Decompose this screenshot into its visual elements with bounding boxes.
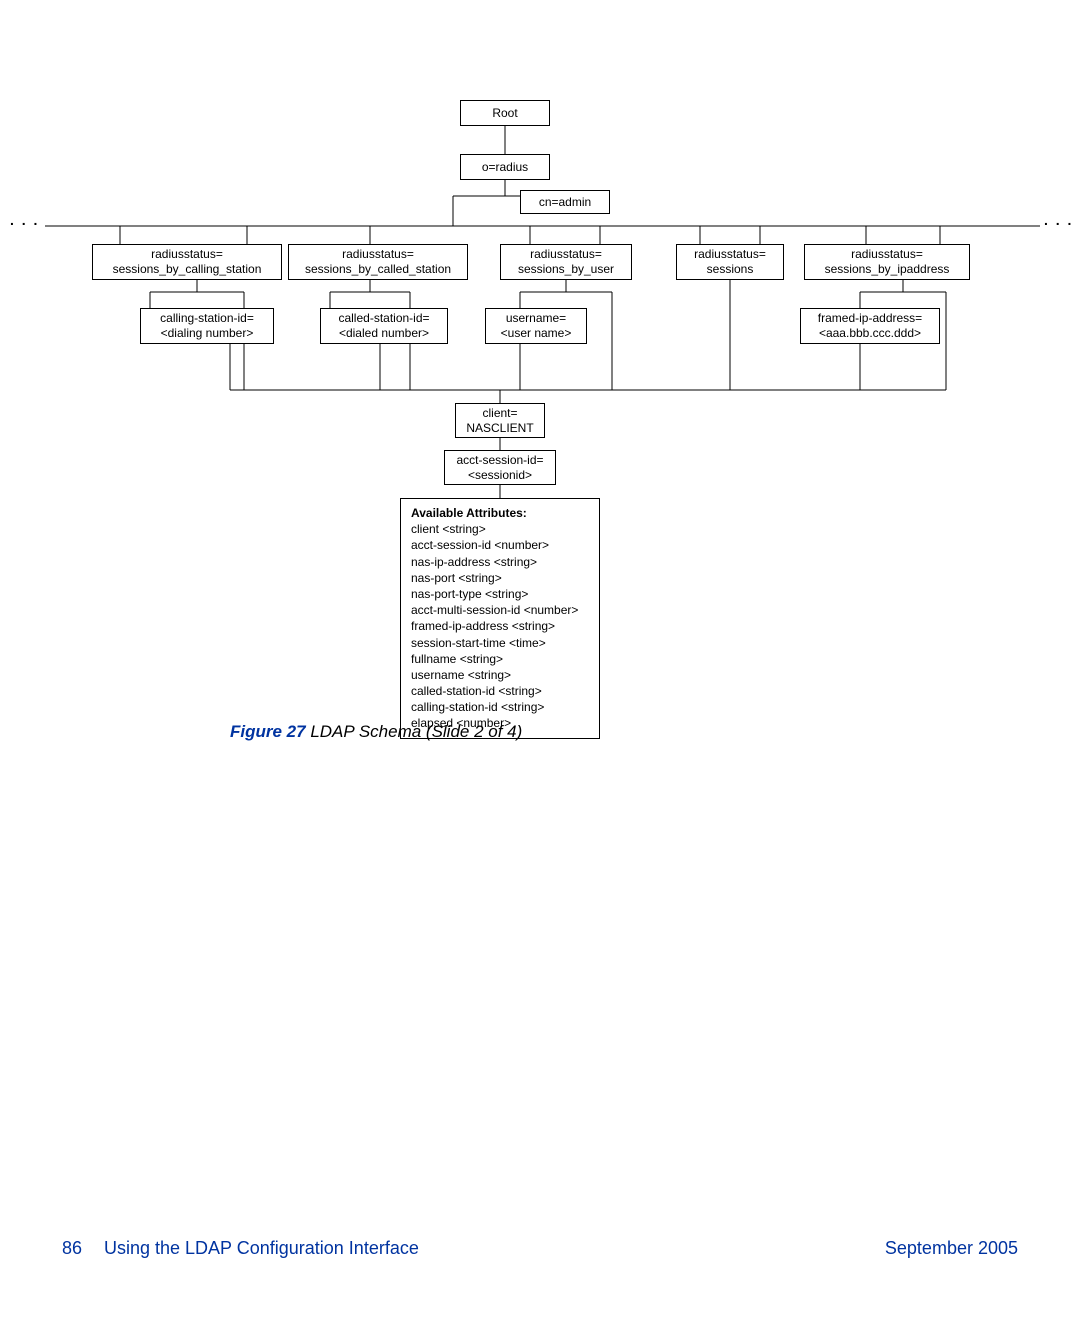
l1: radiusstatus=	[151, 247, 223, 262]
attr-item: username <string>	[411, 667, 589, 683]
node-sessid: acct-session-id= <sessionid>	[444, 450, 556, 485]
node-callingid: calling-station-id= <dialing number>	[140, 308, 274, 344]
node-calledid: called-station-id= <dialed number>	[320, 308, 448, 344]
l2: sessions_by_ipaddress	[825, 262, 950, 277]
l2: sessions_by_calling_station	[113, 262, 262, 277]
l2: sessions_by_called_station	[305, 262, 451, 277]
node-framedip: framed-ip-address= <aaa.bbb.ccc.ddd>	[800, 308, 940, 344]
attributes-box: Available Attributes: client <string> ac…	[400, 498, 600, 739]
attr-item: framed-ip-address <string>	[411, 618, 589, 634]
attr-item: nas-port-type <string>	[411, 586, 589, 602]
footer-chapter: Using the LDAP Configuration Interface	[104, 1238, 419, 1259]
l2: sessions	[707, 262, 754, 277]
page: . . . . . . Root o=radius cn=admin radiu…	[0, 0, 1080, 1340]
l1: calling-station-id=	[160, 311, 254, 326]
l1: radiusstatus=	[342, 247, 414, 262]
l1: client=	[482, 406, 517, 421]
node-root-label: Root	[492, 106, 517, 121]
attributes-title: Available Attributes:	[411, 505, 589, 521]
node-root: Root	[460, 100, 550, 126]
l2: NASCLIENT	[466, 421, 533, 436]
attr-item: session-start-time <time>	[411, 635, 589, 651]
attr-item: nas-port <string>	[411, 570, 589, 586]
l1: framed-ip-address=	[818, 311, 922, 326]
attr-item: client <string>	[411, 521, 589, 537]
attr-item: acct-session-id <number>	[411, 537, 589, 553]
l2: <sessionid>	[468, 468, 532, 483]
node-cnadmin-label: cn=admin	[539, 195, 591, 210]
l2: <aaa.bbb.ccc.ddd>	[819, 326, 921, 341]
attr-item: fullname <string>	[411, 651, 589, 667]
l1: username=	[506, 311, 566, 326]
node-status-user: radiusstatus= sessions_by_user	[500, 244, 632, 280]
node-oradius: o=radius	[460, 154, 550, 180]
node-oradius-label: o=radius	[482, 160, 528, 175]
l1: acct-session-id=	[456, 453, 543, 468]
l1: called-station-id=	[338, 311, 429, 326]
node-status-sessions: radiusstatus= sessions	[676, 244, 784, 280]
figure-caption: Figure 27 LDAP Schema (Slide 2 of 4)	[230, 722, 522, 742]
l2: <user name>	[501, 326, 572, 341]
l2: <dialed number>	[339, 326, 429, 341]
attr-item: calling-station-id <string>	[411, 699, 589, 715]
footer-page-number: 86	[62, 1238, 82, 1259]
figure-text: LDAP Schema (Slide 2 of 4)	[306, 722, 523, 741]
node-username: username= <user name>	[485, 308, 587, 344]
attr-item: acct-multi-session-id <number>	[411, 602, 589, 618]
l2: sessions_by_user	[518, 262, 614, 277]
l1: radiusstatus=	[851, 247, 923, 262]
ellipsis-right: . . .	[1044, 212, 1073, 228]
node-status-ipaddr: radiusstatus= sessions_by_ipaddress	[804, 244, 970, 280]
l2: <dialing number>	[161, 326, 254, 341]
l1: radiusstatus=	[530, 247, 602, 262]
figure-number: Figure 27	[230, 722, 306, 741]
node-client: client= NASCLIENT	[455, 403, 545, 438]
l1: radiusstatus=	[694, 247, 766, 262]
node-status-calling: radiusstatus= sessions_by_calling_statio…	[92, 244, 282, 280]
node-cnadmin: cn=admin	[520, 190, 610, 214]
ellipsis-left: . . .	[10, 212, 39, 228]
node-status-called: radiusstatus= sessions_by_called_station	[288, 244, 468, 280]
footer-date: September 2005	[885, 1238, 1018, 1259]
attr-item: nas-ip-address <string>	[411, 554, 589, 570]
attr-item: called-station-id <string>	[411, 683, 589, 699]
